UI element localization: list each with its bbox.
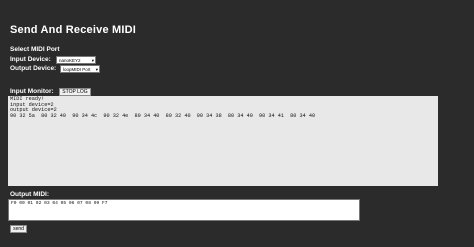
send-button[interactable]: send (10, 225, 27, 233)
input-monitor-label: Input Monitor: (10, 88, 54, 95)
stop-log-button[interactable]: STOP LOG (59, 88, 91, 96)
page-title: Send And Receive MIDI (10, 24, 137, 36)
input-device-value: nanoKEY2 (59, 58, 81, 63)
output-device-select[interactable]: loopMIDI Port ▾ (60, 65, 100, 73)
chevron-down-icon: ▾ (91, 58, 94, 63)
output-midi-input[interactable]: F0 00 01 02 03 04 05 06 07 08 09 F7 (8, 199, 360, 221)
output-device-label: Output Device: (10, 65, 57, 72)
chevron-down-icon: ▾ (95, 67, 98, 72)
log-line: 90 32 5a 80 32 40 90 34 4c 90 32 4e 80 3… (10, 112, 316, 119)
output-device-value: loopMIDI Port (63, 67, 91, 72)
select-port-heading: Select MIDI Port (10, 46, 60, 53)
input-monitor-log[interactable]: MIDI ready! input device=2 output device… (8, 96, 438, 186)
input-device-label: Input Device: (10, 56, 51, 63)
input-device-select[interactable]: nanoKEY2 ▾ (56, 56, 96, 64)
output-midi-label: Output MIDI: (10, 191, 49, 198)
